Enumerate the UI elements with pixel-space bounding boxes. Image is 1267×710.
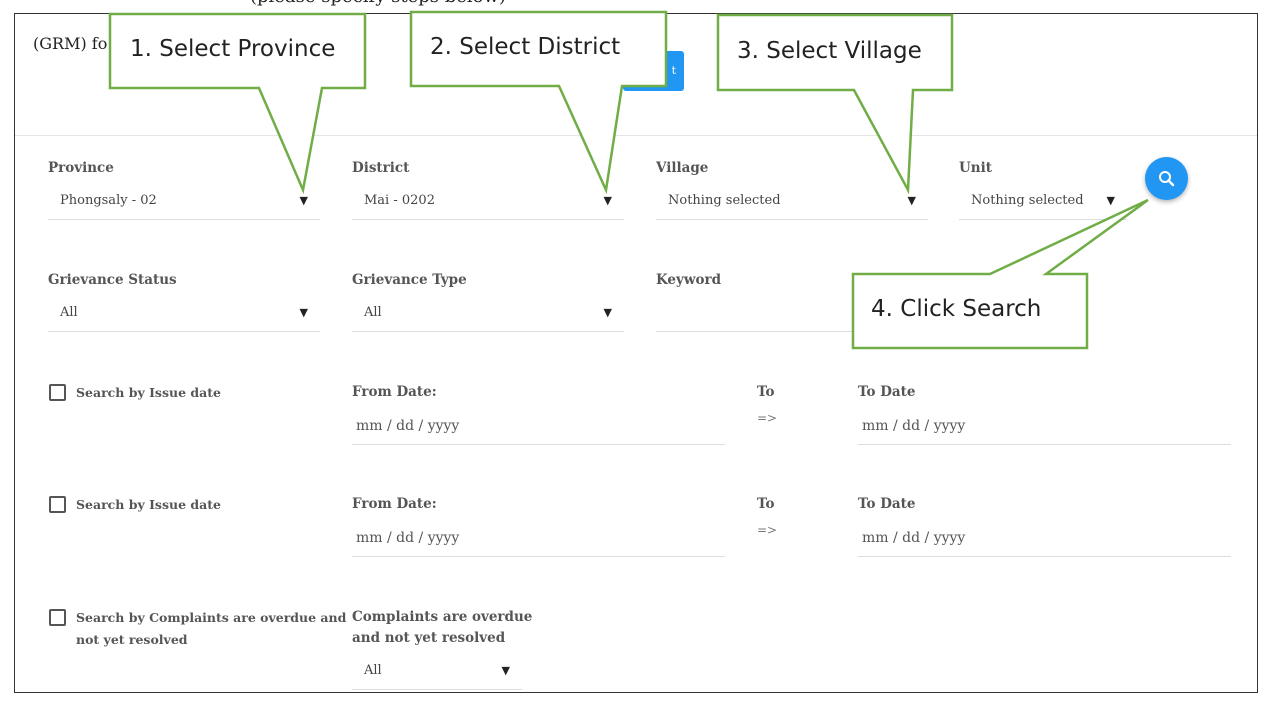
callout-step2-text: 2. Select District (430, 34, 621, 60)
grievance-status-label: Grievance Status (48, 272, 177, 288)
village-select[interactable]: Nothing selected ▼ (656, 184, 928, 220)
province-label: Province (48, 160, 114, 176)
range-arrow-2: => (757, 523, 778, 537)
issue-date-checkbox-label-2: Search by Issue date (76, 497, 221, 512)
caret-down-icon: ▼ (1106, 194, 1115, 207)
overdue-checkbox-label-line1: Search by Complaints are overdue and (76, 610, 347, 625)
province-value: Phongsaly - 02 (60, 193, 157, 208)
issue-date-checkbox-label: Search by Issue date (76, 385, 221, 400)
to-label: To (757, 384, 775, 400)
clipped-top-caption: (please specify steps below) (250, 0, 580, 8)
district-label: District (352, 160, 410, 176)
to-date-placeholder: mm / dd / yyyy (862, 418, 966, 434)
overdue-label-line2: and not yet resolved (352, 630, 506, 646)
caret-down-icon: ▼ (603, 194, 612, 207)
overdue-label-line1: Complaints are overdue (352, 609, 533, 625)
caret-down-icon: ▼ (299, 306, 308, 319)
to-date-placeholder-2: mm / dd / yyyy (862, 530, 966, 546)
search-button[interactable] (1145, 157, 1188, 200)
keyword-label: Keyword (656, 272, 722, 288)
unit-value: Nothing selected (971, 193, 1084, 208)
grievance-type-select[interactable]: All ▼ (352, 296, 624, 332)
village-value: Nothing selected (668, 193, 781, 208)
from-date-placeholder-2: mm / dd / yyyy (356, 530, 460, 546)
from-date-label: From Date: (352, 384, 437, 400)
range-arrow: => (757, 411, 778, 425)
issue-date-checkbox[interactable] (49, 384, 66, 401)
callout-step3-text: 3. Select Village (737, 38, 922, 64)
caret-down-icon: ▼ (603, 306, 612, 319)
callout-step1-text: 1. Select Province (130, 36, 336, 62)
from-date-placeholder: mm / dd / yyyy (356, 418, 460, 434)
caret-down-icon: ▼ (299, 194, 308, 207)
overdue-value: All (364, 663, 382, 678)
grievance-status-value: All (60, 305, 78, 320)
from-date-input-2[interactable]: mm / dd / yyyy (352, 521, 725, 557)
province-select[interactable]: Phongsaly - 02 ▼ (48, 184, 320, 220)
page-title: (GRM) fo (33, 34, 108, 53)
overdue-checkbox-label-line2: not yet resolved (76, 632, 188, 647)
to-date-label-2: To Date (858, 496, 916, 512)
header-divider (15, 135, 1257, 136)
district-select[interactable]: Mai - 0202 ▼ (352, 184, 624, 220)
to-label-2: To (757, 496, 775, 512)
to-date-label: To Date (858, 384, 916, 400)
overdue-checkbox[interactable] (49, 609, 66, 626)
from-date-input[interactable]: mm / dd / yyyy (352, 409, 725, 445)
callout-step4-text: 4. Click Search (871, 296, 1042, 322)
to-date-input[interactable]: mm / dd / yyyy (858, 409, 1231, 445)
grievance-status-select[interactable]: All ▼ (48, 296, 320, 332)
grievance-type-label: Grievance Type (352, 272, 467, 288)
issue-date-checkbox-2[interactable] (49, 496, 66, 513)
to-date-input-2[interactable]: mm / dd / yyyy (858, 521, 1231, 557)
unit-label: Unit (959, 160, 992, 176)
from-date-label-2: From Date: (352, 496, 437, 512)
grm-search-panel: (GRM) fo t Province Phongsaly - 02 ▼ Dis… (14, 13, 1258, 693)
caret-down-icon: ▼ (501, 664, 510, 677)
unit-select[interactable]: Nothing selected ▼ (959, 184, 1127, 220)
header-action-button[interactable]: t (623, 51, 684, 91)
overdue-select[interactable]: All ▼ (352, 654, 522, 690)
village-label: Village (656, 160, 709, 176)
grievance-type-value: All (364, 305, 382, 320)
caret-down-icon: ▼ (907, 194, 916, 207)
search-icon (1159, 171, 1175, 187)
district-value: Mai - 0202 (364, 193, 435, 208)
